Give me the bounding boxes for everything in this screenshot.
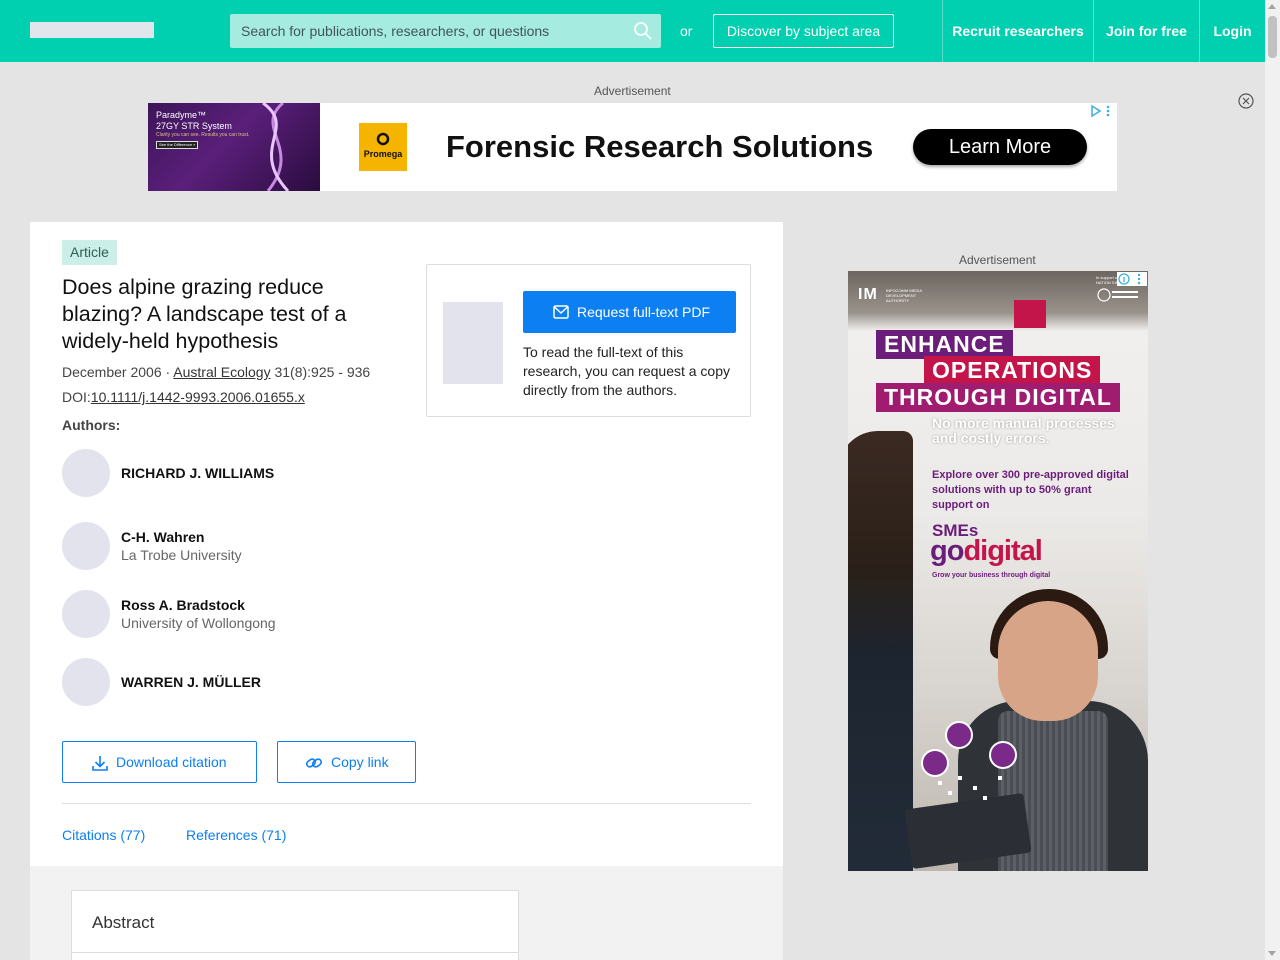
ad-thumb-brand: Paradyme™ — [156, 110, 207, 120]
author-institution[interactable]: University of Wollongong — [121, 615, 276, 631]
abstract-heading: Abstract — [92, 913, 155, 932]
request-fulltext-note: To read the full-text of this research, … — [523, 344, 731, 398]
ad-headline[interactable]: Forensic Research Solutions — [446, 129, 873, 165]
ad-product-image[interactable]: Paradyme™ 27GY STR System Clarity you ca… — [148, 103, 320, 191]
ad-explore-text: Explore over 300 pre-approved digital so… — [932, 469, 1129, 511]
volume-pages: 31(8):925 - 936 — [270, 364, 371, 380]
document-icon — [945, 721, 973, 749]
request-fulltext-label: Request full-text PDF — [577, 304, 711, 320]
section-divider — [62, 803, 751, 804]
search-box[interactable] — [230, 14, 661, 48]
dot-decoration — [998, 776, 1002, 780]
side-advertisement[interactable]: IM INFOCOMM MEDIA DEVELOPMENT AUTHORITY … — [848, 271, 1148, 871]
search-input[interactable] — [230, 14, 630, 48]
promega-logo[interactable]: Promega — [359, 123, 407, 171]
dot-decoration — [958, 776, 962, 780]
journal-link[interactable]: Austral Ecology — [173, 364, 270, 380]
ad-person-left-image — [848, 431, 913, 871]
scrollbar-thumb[interactable] — [1268, 16, 1277, 58]
abstract-section: Abstract — [71, 890, 519, 960]
join-for-free-link[interactable]: Join for free — [1093, 0, 1199, 62]
avatar[interactable] — [62, 449, 110, 497]
author-name[interactable]: Ross A. Bradstock — [121, 597, 245, 613]
digital-text: digital — [963, 535, 1042, 567]
doi-link[interactable]: 10.1111/j.1442-9993.2006.01655.x — [91, 389, 305, 405]
abstract-divider — [72, 952, 518, 953]
avatar[interactable] — [62, 522, 110, 570]
decor-block — [1014, 300, 1046, 328]
envelope-icon — [553, 305, 569, 319]
analytics-icon — [921, 749, 949, 777]
discover-by-subject-button[interactable]: Discover by subject area — [713, 14, 894, 48]
download-citation-label: Download citation — [116, 754, 227, 770]
page-scrollbar[interactable] — [1265, 0, 1280, 960]
tab-citations[interactable]: Citations (77) — [62, 827, 145, 843]
top-navigation-bar: or Discover by subject area Recruit rese… — [0, 0, 1265, 62]
author-item[interactable]: Ross A. Bradstock University of Wollongo… — [62, 590, 422, 638]
go-digital-logo: godigital — [930, 535, 1043, 568]
article-title: Does alpine grazing reduce blazing? A la… — [62, 275, 347, 353]
article-type-badge: Article — [62, 240, 117, 265]
request-fulltext-box: Request full-text PDF To read the full-t… — [426, 264, 751, 417]
author-institution[interactable]: La Trobe University — [121, 547, 242, 563]
ad-thumb-product: 27GY STR System — [156, 121, 232, 131]
doi-info: DOI:10.1111/j.1442-9993.2006.01655.x — [62, 389, 305, 405]
recruit-researchers-link[interactable]: Recruit researchers — [942, 0, 1093, 62]
article-publication-info: December 2006 · Austral Ecology 31(8):92… — [62, 364, 370, 380]
dot-decoration — [983, 796, 987, 800]
go-text: go — [930, 535, 964, 567]
author-item[interactable]: WARREN J. MÜLLER — [62, 658, 422, 706]
request-fulltext-pdf-button[interactable]: Request full-text PDF — [523, 291, 736, 333]
adchoices-icon[interactable] — [1088, 104, 1112, 118]
promega-brand-text: Promega — [363, 149, 403, 159]
copy-link-label: Copy link — [331, 754, 389, 770]
author-item[interactable]: RICHARD J. WILLIAMS — [62, 449, 422, 497]
advertisement-label: Advertisement — [959, 253, 1036, 267]
tab-references[interactable]: References (71) — [186, 827, 286, 843]
learn-more-button[interactable]: Learn More — [913, 129, 1087, 165]
scroll-down-arrow-icon[interactable] — [1268, 951, 1276, 956]
author-name[interactable]: C-H. Wahren — [121, 529, 204, 545]
ad-tagline: Grow your business through digital — [932, 572, 1051, 579]
ad-person-face-image — [998, 601, 1098, 721]
dot-decoration — [938, 781, 942, 785]
copy-link-button[interactable]: Copy link — [277, 741, 416, 783]
doi-prefix: DOI: — [62, 389, 91, 405]
download-icon — [92, 756, 108, 771]
advertisement-label: Advertisement — [594, 84, 671, 98]
author-name[interactable]: RICHARD J. WILLIAMS — [121, 465, 274, 481]
adchoices-icon[interactable] — [1117, 272, 1147, 286]
dot-decoration — [973, 786, 977, 790]
ad-headline-line: ENHANCE — [876, 330, 1013, 359]
imda-logo: IM — [858, 286, 878, 303]
author-name[interactable]: WARREN J. MÜLLER — [121, 674, 261, 690]
dna-helix-icon — [262, 103, 290, 191]
article-card: Article Does alpine grazing reduce blazi… — [30, 222, 783, 960]
avatar[interactable] — [62, 590, 110, 638]
link-icon — [305, 758, 323, 768]
ad-thumb-tagline: Clarity you can see. Results you can tru… — [156, 132, 250, 138]
or-separator: or — [680, 23, 693, 39]
ad-headline-line: OPERATIONS — [924, 356, 1101, 385]
download-citation-button[interactable]: Download citation — [62, 741, 257, 783]
close-ad-icon[interactable] — [1238, 93, 1254, 109]
publication-date: December 2006 · — [62, 364, 174, 380]
ad-thumb-cta[interactable]: See the Difference » — [156, 141, 198, 149]
cart-icon — [989, 741, 1017, 769]
avatar[interactable] — [62, 658, 110, 706]
login-link[interactable]: Login — [1199, 0, 1265, 62]
ad-subhead: No more manual processes and costly erro… — [932, 415, 1115, 446]
promega-mark-icon — [376, 132, 390, 146]
site-logo[interactable] — [30, 22, 154, 38]
ad-headline-line: THROUGH DIGITAL — [876, 383, 1120, 412]
scroll-up-arrow-icon[interactable] — [1268, 4, 1276, 9]
dot-decoration — [948, 791, 952, 795]
author-item[interactable]: C-H. Wahren La Trobe University — [62, 522, 422, 570]
banner-advertisement[interactable]: Paradyme™ 27GY STR System Clarity you ca… — [148, 103, 1117, 191]
authors-label: Authors: — [62, 417, 121, 433]
imda-logo-subtext: INFOCOMM MEDIA DEVELOPMENT AUTHORITY — [886, 288, 922, 303]
search-icon[interactable] — [633, 21, 653, 41]
document-preview-placeholder — [443, 302, 503, 384]
